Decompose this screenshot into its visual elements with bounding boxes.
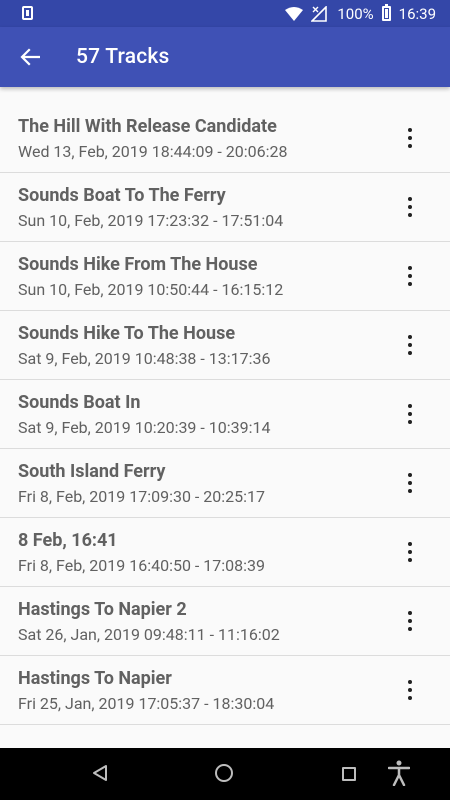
track-date-range: Sat 26, Jan, 2019 09:48:11 - 11:16:02	[18, 625, 280, 644]
back-button[interactable]	[0, 27, 62, 87]
track-row[interactable]: Sounds Boat In Sat 9, Feb, 2019 10:20:39…	[0, 380, 450, 449]
track-row[interactable]: South Island Ferry Fri 8, Feb, 2019 17:0…	[0, 449, 450, 518]
status-time: 16:39	[398, 4, 436, 23]
track-date-range: Sat 9, Feb, 2019 10:20:39 - 10:39:14	[18, 418, 271, 437]
nav-back-icon[interactable]	[91, 764, 109, 782]
overflow-menu-icon[interactable]	[400, 333, 420, 357]
track-title: Sounds Hike To The House	[18, 323, 236, 344]
overflow-menu-icon[interactable]	[400, 678, 420, 702]
status-indicators: 100% 16:39	[285, 0, 436, 27]
system-nav-bar	[0, 748, 450, 800]
track-row[interactable]: 8 Feb, 16:41 Fri 8, Feb, 2019 16:40:50 -…	[0, 518, 450, 587]
arrow-left-icon	[20, 48, 40, 66]
page-title: 57 Tracks	[76, 45, 170, 69]
track-title: The Hill With Release Candidate	[18, 116, 277, 137]
overflow-menu-icon[interactable]	[400, 126, 420, 150]
nav-home-icon[interactable]	[215, 764, 233, 782]
track-row[interactable]: Sounds Hike To The House Sat 9, Feb, 201…	[0, 311, 450, 380]
track-date-range: Wed 13, Feb, 2019 18:44:09 - 20:06:28	[18, 142, 288, 161]
battery-percent: 100%	[337, 4, 374, 23]
accessibility-icon[interactable]	[388, 760, 410, 786]
overflow-menu-icon[interactable]	[400, 264, 420, 288]
track-row[interactable]: Sounds Boat To The Ferry Sun 10, Feb, 20…	[0, 173, 450, 242]
overflow-menu-icon[interactable]	[400, 471, 420, 495]
overflow-menu-icon[interactable]	[400, 402, 420, 426]
track-title: Sounds Boat In	[18, 392, 141, 413]
track-title: Hastings To Napier 2	[18, 599, 187, 620]
track-title: 8 Feb, 16:41	[18, 530, 118, 551]
track-title: Hastings To Napier	[18, 668, 172, 689]
track-row[interactable]: Sounds Hike From The House Sun 10, Feb, …	[0, 242, 450, 311]
app-bar: 57 Tracks	[0, 27, 450, 87]
track-date-range: Fri 25, Jan, 2019 17:05:37 - 18:30:04	[18, 694, 275, 713]
overflow-menu-icon[interactable]	[400, 540, 420, 564]
track-date-range: Fri 8, Feb, 2019 17:09:30 - 20:25:17	[18, 487, 265, 506]
track-row[interactable]: Hastings To Napier 2 Sat 26, Jan, 2019 0…	[0, 587, 450, 656]
battery-icon	[381, 4, 391, 21]
track-date-range: Fri 8, Feb, 2019 16:40:50 - 17:08:39	[18, 556, 265, 575]
track-date-range: Sun 10, Feb, 2019 10:50:44 - 16:15:12	[18, 280, 284, 299]
track-row[interactable]: Hastings To Napier Fri 25, Jan, 2019 17:…	[0, 656, 450, 725]
track-title: Sounds Hike From The House	[18, 254, 258, 275]
overflow-menu-icon[interactable]	[400, 609, 420, 633]
notification-icon	[22, 6, 33, 20]
track-date-range: Sat 9, Feb, 2019 10:48:38 - 13:17:36	[18, 349, 271, 368]
track-date-range: Sun 10, Feb, 2019 17:23:32 - 17:51:04	[18, 211, 284, 230]
nav-recents-icon[interactable]	[342, 767, 356, 781]
signal-icon	[311, 5, 328, 22]
wifi-icon	[285, 6, 304, 21]
track-title: Sounds Boat To The Ferry	[18, 185, 226, 206]
status-bar: 100% 16:39	[0, 0, 450, 27]
track-title: South Island Ferry	[18, 461, 166, 482]
track-list: The Hill With Release Candidate Wed 13, …	[0, 104, 450, 725]
track-row[interactable]: The Hill With Release Candidate Wed 13, …	[0, 104, 450, 173]
overflow-menu-icon[interactable]	[400, 195, 420, 219]
